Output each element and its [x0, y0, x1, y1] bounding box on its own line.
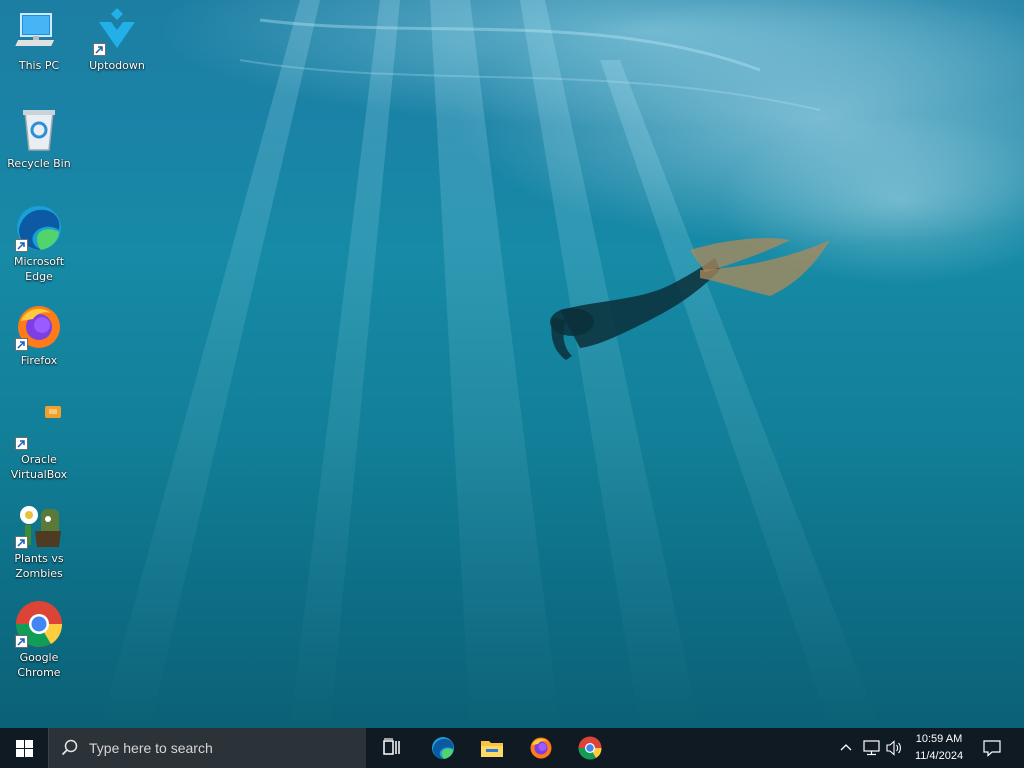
search-placeholder: Type here to search: [89, 740, 213, 756]
computer-icon: [15, 8, 63, 56]
desktop-icon-recycle-bin[interactable]: Recycle Bin: [1, 106, 77, 171]
start-button[interactable]: [0, 728, 48, 768]
desktop-icon-firefox[interactable]: Firefox: [1, 303, 77, 368]
chrome-icon: [578, 736, 602, 760]
taskbar-edge-button[interactable]: [419, 728, 467, 768]
desktop-icon-google-chrome[interactable]: Google Chrome: [1, 600, 77, 680]
shortcut-arrow-icon: [15, 338, 28, 351]
action-center-button[interactable]: [976, 728, 1008, 768]
shortcut-arrow-icon: [15, 635, 28, 648]
diver-silhouette: [550, 238, 830, 360]
shortcut-arrow-icon: [15, 536, 28, 549]
taskbar-chrome-button[interactable]: [566, 728, 614, 768]
firefox-icon: [15, 303, 63, 351]
task-view-button[interactable]: [368, 728, 416, 768]
chevron-up-icon: [840, 744, 852, 751]
taskbar-clock[interactable]: 10:59 AM 11/4/2024: [906, 731, 972, 765]
desktop-icon-uptodown[interactable]: Uptodown: [79, 8, 155, 73]
network-icon: [863, 740, 880, 756]
network-status-button[interactable]: [860, 728, 882, 768]
taskbar-file-explorer-button[interactable]: [468, 728, 516, 768]
taskbar-search-box[interactable]: Type here to search: [48, 728, 366, 768]
chrome-icon: [15, 600, 63, 648]
desktop-icon-plants-vs-zombies[interactable]: Plants vs Zombies: [1, 501, 77, 581]
volume-button[interactable]: [883, 728, 905, 768]
notification-icon: [983, 740, 1001, 757]
virtualbox-icon: [15, 402, 63, 450]
task-view-icon: [383, 738, 400, 755]
edge-icon: [15, 204, 63, 252]
clock-date: 11/4/2024: [914, 750, 964, 762]
firefox-icon: [530, 737, 552, 759]
uptodown-icon: [93, 8, 141, 56]
desktop-icon-this-pc[interactable]: This PC: [1, 8, 77, 73]
shortcut-arrow-icon: [15, 437, 28, 450]
shortcut-arrow-icon: [15, 239, 28, 252]
taskbar-firefox-button[interactable]: [517, 728, 565, 768]
show-hidden-icons-button[interactable]: [834, 728, 858, 768]
desktop[interactable]: This PC Uptodown Recycle Bin Microsoft E…: [0, 0, 1024, 728]
taskbar: Type here to search 10:59 AM 11/4/2024: [0, 728, 1024, 768]
file-explorer-icon: [481, 741, 503, 757]
speaker-icon: [886, 740, 901, 756]
windows-logo-icon: [16, 740, 33, 757]
desktop-icon-oracle-virtualbox[interactable]: Oracle VirtualBox: [1, 402, 77, 482]
clock-time: 10:59 AM: [915, 733, 963, 745]
plants-vs-zombies-icon: [15, 501, 63, 549]
desktop-icon-microsoft-edge[interactable]: Microsoft Edge: [1, 204, 77, 284]
recycle-bin-icon: [15, 106, 63, 154]
search-icon: [61, 739, 78, 756]
light-rays: [100, 0, 880, 728]
shortcut-arrow-icon: [93, 43, 106, 56]
edge-icon: [432, 737, 454, 759]
